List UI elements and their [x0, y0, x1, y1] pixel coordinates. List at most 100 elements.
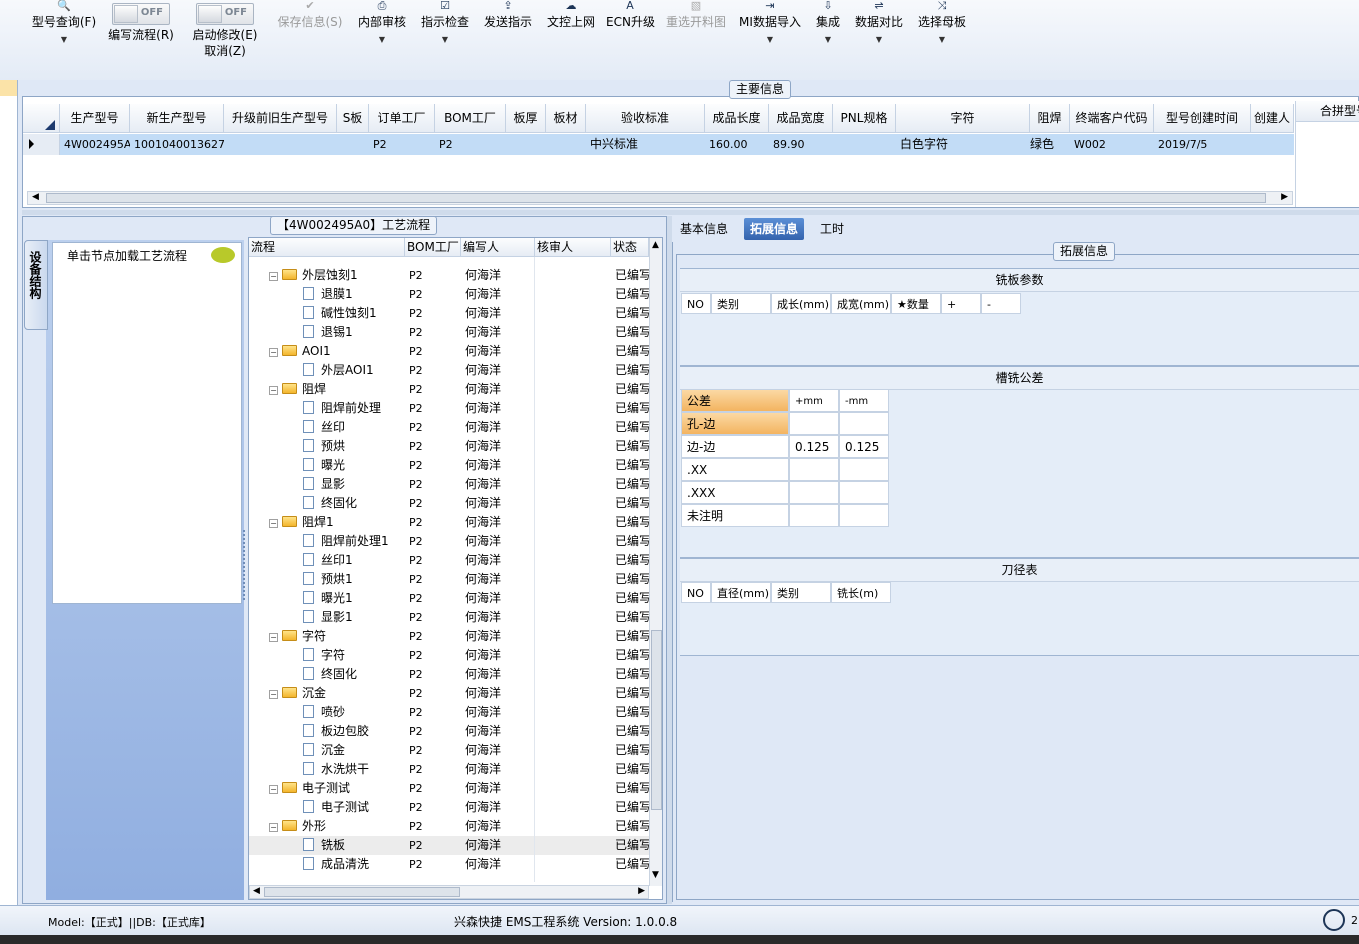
- horizontal-splitter[interactable]: [22, 210, 1359, 215]
- arrow-down-icon[interactable]: ▼: [652, 870, 659, 880]
- milling-col-header[interactable]: ★数量: [891, 293, 941, 314]
- tol-plus-input[interactable]: [789, 504, 839, 527]
- chevron-down-icon[interactable]: ▼: [28, 30, 100, 50]
- collapse-icon[interactable]: −: [269, 633, 278, 642]
- tree-folder-row[interactable]: − 阻焊1 P2 何海洋 已编写: [249, 513, 649, 532]
- col-header[interactable]: PNL规格: [833, 104, 896, 133]
- tree-item-row[interactable]: 丝印1 P2 何海洋 已编写: [249, 551, 649, 570]
- col-header[interactable]: 验收标准: [586, 104, 705, 133]
- cell-width[interactable]: 89.90: [769, 134, 833, 155]
- send-instruction-button[interactable]: ⇪ 发送指示: [481, 0, 535, 70]
- cancel-button[interactable]: 取消(Z): [188, 43, 262, 59]
- arrow-right-icon[interactable]: ▶: [638, 886, 645, 896]
- tree-item-row[interactable]: 终固化 P2 何海洋 已编写: [249, 494, 649, 513]
- cell-new-prod-no[interactable]: 10010400136275: [130, 134, 224, 155]
- collapse-icon[interactable]: −: [269, 690, 278, 699]
- tol-minus-input[interactable]: [839, 504, 889, 527]
- collapse-icon[interactable]: −: [269, 519, 278, 528]
- click-hint-box[interactable]: 单击节点加载工艺流程: [52, 242, 242, 604]
- cutter-col-header[interactable]: 铣长(m): [831, 582, 891, 603]
- tree-item-row[interactable]: 外层AOI1 P2 何海洋 已编写: [249, 361, 649, 380]
- tab-basic-info[interactable]: 基本信息: [674, 218, 734, 240]
- query-button[interactable]: 🔍 型号查询(F) ▼: [28, 0, 100, 70]
- scroll-thumb[interactable]: [264, 887, 460, 897]
- tree-item-row[interactable]: 板边包胶 P2 何海洋 已编写: [249, 722, 649, 741]
- tree-folder-row[interactable]: − 阻焊 P2 何海洋 已编写: [249, 380, 649, 399]
- milling-col-header[interactable]: 成长(mm): [771, 293, 831, 314]
- col-header[interactable]: 阻焊: [1030, 104, 1070, 133]
- col-header[interactable]: 生产型号: [60, 104, 130, 133]
- reselect-button[interactable]: ▧ 重选开料图: [664, 0, 728, 70]
- col-header[interactable]: 终端客户代码: [1070, 104, 1154, 133]
- cell-customer-code[interactable]: W002: [1070, 134, 1154, 155]
- milling-col-header[interactable]: 类别: [711, 293, 771, 314]
- collapse-icon[interactable]: −: [269, 272, 278, 281]
- tree-item-row[interactable]: 显影 P2 何海洋 已编写: [249, 475, 649, 494]
- chevron-down-icon[interactable]: ▼: [419, 30, 471, 50]
- chevron-down-icon[interactable]: ▼: [915, 30, 969, 50]
- scroll-thumb[interactable]: [651, 630, 662, 810]
- tree-item-row[interactable]: 预烘1 P2 何海洋 已编写: [249, 570, 649, 589]
- tree-item-row[interactable]: 退锡1 P2 何海洋 已编写: [249, 323, 649, 342]
- save-button[interactable]: ✔ 保存信息(S): [274, 0, 346, 70]
- col-header[interactable]: 成品长度: [705, 104, 769, 133]
- tol-minus-input[interactable]: [839, 412, 889, 435]
- arrow-left-icon[interactable]: ◀: [253, 886, 260, 896]
- tol-plus-input[interactable]: [789, 481, 839, 504]
- milling-col-header[interactable]: NO: [681, 293, 711, 314]
- tree-item-row[interactable]: 曝光 P2 何海洋 已编写: [249, 456, 649, 475]
- tree-item-row[interactable]: 铣板 P2 何海洋 已编写: [249, 836, 649, 855]
- internal-review-button[interactable]: ⎙ 内部审核 ▼: [356, 0, 408, 70]
- collapse-icon[interactable]: −: [269, 785, 278, 794]
- cell-mask[interactable]: 绿色: [1026, 134, 1066, 155]
- chevron-down-icon[interactable]: ▼: [852, 30, 906, 50]
- tree-col-header[interactable]: 状态: [611, 238, 649, 257]
- chevron-down-icon[interactable]: ▼: [812, 30, 844, 50]
- cell-standard[interactable]: 中兴标准: [586, 134, 705, 155]
- arrow-up-icon[interactable]: ▲: [652, 240, 659, 250]
- cell-length[interactable]: 160.00: [705, 134, 769, 155]
- tree-item-row[interactable]: 阻焊前处理 P2 何海洋 已编写: [249, 399, 649, 418]
- col-header[interactable]: 新生产型号: [130, 104, 224, 133]
- tree-item-row[interactable]: 碱性蚀刻1 P2 何海洋 已编写: [249, 304, 649, 323]
- tree-col-header[interactable]: BOM工厂: [405, 238, 461, 257]
- tol-minus-input[interactable]: [839, 481, 889, 504]
- add-row-button[interactable]: +: [941, 293, 981, 314]
- tree-item-row[interactable]: 退膜1 P2 何海洋 已编写: [249, 285, 649, 304]
- splitter-grip[interactable]: [243, 530, 247, 600]
- cutter-col-header[interactable]: 类别: [771, 582, 831, 603]
- col-header[interactable]: 成品宽度: [769, 104, 833, 133]
- instruction-check-button[interactable]: ☑ 指示检查 ▼: [419, 0, 471, 70]
- tree-item-row[interactable]: 显影1 P2 何海洋 已编写: [249, 608, 649, 627]
- tree-item-row[interactable]: 成品清洗 P2 何海洋 已编写: [249, 855, 649, 874]
- start-edit-toggle[interactable]: OFF: [196, 3, 254, 25]
- tree-item-row[interactable]: 喷砂 P2 何海洋 已编写: [249, 703, 649, 722]
- col-header[interactable]: 字符: [896, 104, 1030, 133]
- tree-item-row[interactable]: 沉金 P2 何海洋 已编写: [249, 741, 649, 760]
- mi-import-button[interactable]: ⇥ MI数据导入 ▼: [738, 0, 802, 70]
- tree-item-row[interactable]: 终固化 P2 何海洋 已编写: [249, 665, 649, 684]
- collapse-icon[interactable]: −: [269, 386, 278, 395]
- chevron-down-icon[interactable]: ▼: [356, 30, 408, 50]
- doc-control-button[interactable]: ☁ 文控上网: [544, 0, 598, 70]
- tol-plus-input[interactable]: [789, 458, 839, 481]
- tol-minus-input[interactable]: 0.125: [839, 435, 889, 458]
- col-header[interactable]: BOM工厂: [435, 104, 506, 133]
- col-header[interactable]: 板厚: [506, 104, 546, 133]
- tab-work-hours[interactable]: 工时: [814, 218, 850, 240]
- cell-bom-factory[interactable]: P2: [435, 134, 506, 155]
- tree-folder-row[interactable]: − 字符 P2 何海洋 已编写: [249, 627, 649, 646]
- cell-char[interactable]: 白色字符: [896, 134, 1030, 155]
- collapse-icon[interactable]: −: [269, 348, 278, 357]
- col-header[interactable]: 板材: [546, 104, 586, 133]
- cell-order-factory[interactable]: P2: [369, 134, 435, 155]
- tree-item-row[interactable]: 预烘 P2 何海洋 已编写: [249, 437, 649, 456]
- tree-item-row[interactable]: 水洗烘干 P2 何海洋 已编写: [249, 760, 649, 779]
- tree-item-row[interactable]: 曝光1 P2 何海洋 已编写: [249, 589, 649, 608]
- chevron-down-icon[interactable]: ▼: [738, 30, 802, 50]
- tree-folder-row[interactable]: − 外形 P2 何海洋 已编写: [249, 817, 649, 836]
- tree-hscrollbar[interactable]: ◀ ▶: [249, 885, 649, 899]
- tree-folder-row[interactable]: − 外层蚀刻1 P2 何海洋 已编写: [249, 266, 649, 285]
- tab-extended-info[interactable]: 拓展信息: [744, 218, 805, 240]
- select-master-button[interactable]: ⤨ 选择母板 ▼: [915, 0, 969, 70]
